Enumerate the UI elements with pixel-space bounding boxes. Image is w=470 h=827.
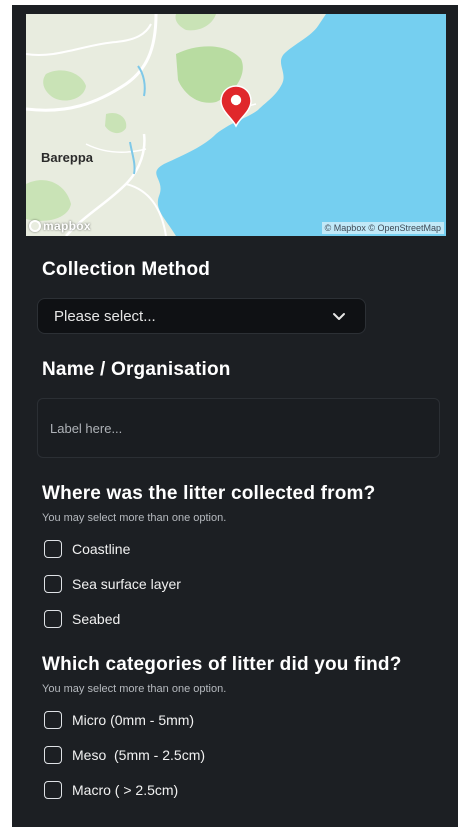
mapbox-logo-icon: [29, 220, 41, 232]
collection-method-select[interactable]: Please select...: [37, 298, 366, 334]
location-question-hint: You may select more than one option.: [42, 512, 227, 524]
option-label: Coastline: [72, 541, 131, 557]
checkbox[interactable]: [44, 540, 62, 558]
location-map[interactable]: Bareppa mapbox © Mapbox © OpenStreetMap: [26, 14, 446, 236]
chevron-down-icon: [333, 313, 345, 320]
checkbox[interactable]: [44, 711, 62, 729]
option-label: Seabed: [72, 611, 121, 627]
map-canvas[interactable]: [26, 14, 446, 236]
checkbox[interactable]: [44, 781, 62, 799]
mapbox-logo[interactable]: mapbox: [29, 219, 91, 233]
map-place-label: Bareppa: [41, 150, 94, 165]
name-organisation-field-wrap: [37, 398, 440, 458]
mapbox-logo-text: mapbox: [43, 219, 91, 233]
name-organisation-input[interactable]: [38, 399, 439, 457]
checkbox[interactable]: [44, 575, 62, 593]
collection-method-value: Please select...: [54, 308, 156, 325]
map-attribution[interactable]: © Mapbox © OpenStreetMap: [321, 222, 444, 234]
category-question-hint: You may select more than one option.: [42, 683, 227, 695]
checkbox[interactable]: [44, 746, 62, 764]
collection-method-title: Collection Method: [42, 259, 211, 280]
option-label: Macro ( > 2.5cm): [72, 782, 179, 798]
option-label: Micro (0mm - 5mm): [72, 712, 195, 728]
location-question-title: Where was the litter collected from?: [42, 483, 376, 504]
option-label: Meso (5mm - 2.5cm): [72, 747, 206, 763]
checkbox[interactable]: [44, 610, 62, 628]
name-organisation-title: Name / Organisation: [42, 359, 231, 380]
option-label: Sea surface layer: [72, 576, 181, 592]
category-question-title: Which categories of litter did you find?: [42, 654, 402, 675]
